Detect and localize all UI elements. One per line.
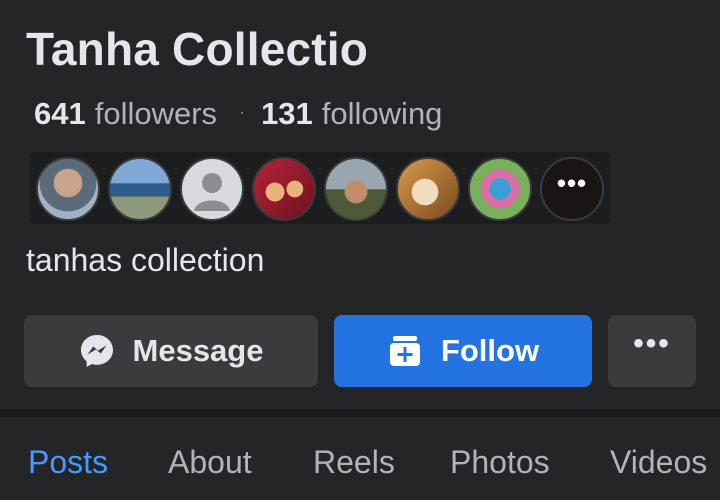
more-dots-icon: ••• bbox=[556, 168, 588, 198]
messenger-icon bbox=[79, 333, 115, 369]
tab-reels[interactable]: Reels bbox=[313, 444, 395, 481]
profile-bio: tanhas collection bbox=[26, 242, 265, 278]
following-count[interactable]: 131 bbox=[261, 96, 313, 132]
follower-avatar[interactable] bbox=[324, 157, 388, 221]
follower-avatar[interactable] bbox=[396, 157, 460, 221]
followers-label[interactable]: followers bbox=[95, 96, 217, 132]
follower-avatar[interactable] bbox=[468, 157, 532, 221]
message-label: Message bbox=[132, 333, 264, 368]
follower-avatar[interactable] bbox=[252, 157, 316, 221]
follow-label: Follow bbox=[440, 333, 540, 368]
follower-avatars: ••• bbox=[36, 156, 606, 222]
tab-photos[interactable]: Photos bbox=[450, 444, 550, 481]
tab-videos[interactable]: Videos bbox=[610, 444, 707, 481]
more-options-button[interactable]: ••• bbox=[608, 315, 696, 387]
follow-button[interactable]: Follow bbox=[334, 315, 592, 387]
followers-count[interactable]: 641 bbox=[34, 96, 86, 132]
page-title: Tanha Collectio bbox=[26, 23, 369, 75]
following-label[interactable]: following bbox=[322, 96, 443, 132]
more-options-icon: ••• bbox=[633, 327, 671, 360]
stats-separator: · bbox=[239, 102, 246, 122]
tab-about[interactable]: About bbox=[168, 444, 252, 481]
message-button[interactable]: Message bbox=[24, 315, 318, 387]
follower-avatar[interactable] bbox=[108, 157, 172, 221]
tab-posts[interactable]: Posts bbox=[28, 444, 108, 481]
follow-stats: 641 followers · 131 following bbox=[34, 96, 442, 132]
section-divider bbox=[0, 409, 720, 417]
profile-tabs: Posts About Reels Photos Videos bbox=[0, 430, 720, 494]
more-followers-button[interactable]: ••• bbox=[540, 157, 604, 221]
follow-page-icon bbox=[387, 333, 423, 369]
default-avatar-icon[interactable] bbox=[180, 157, 244, 221]
follower-avatar[interactable] bbox=[36, 157, 100, 221]
